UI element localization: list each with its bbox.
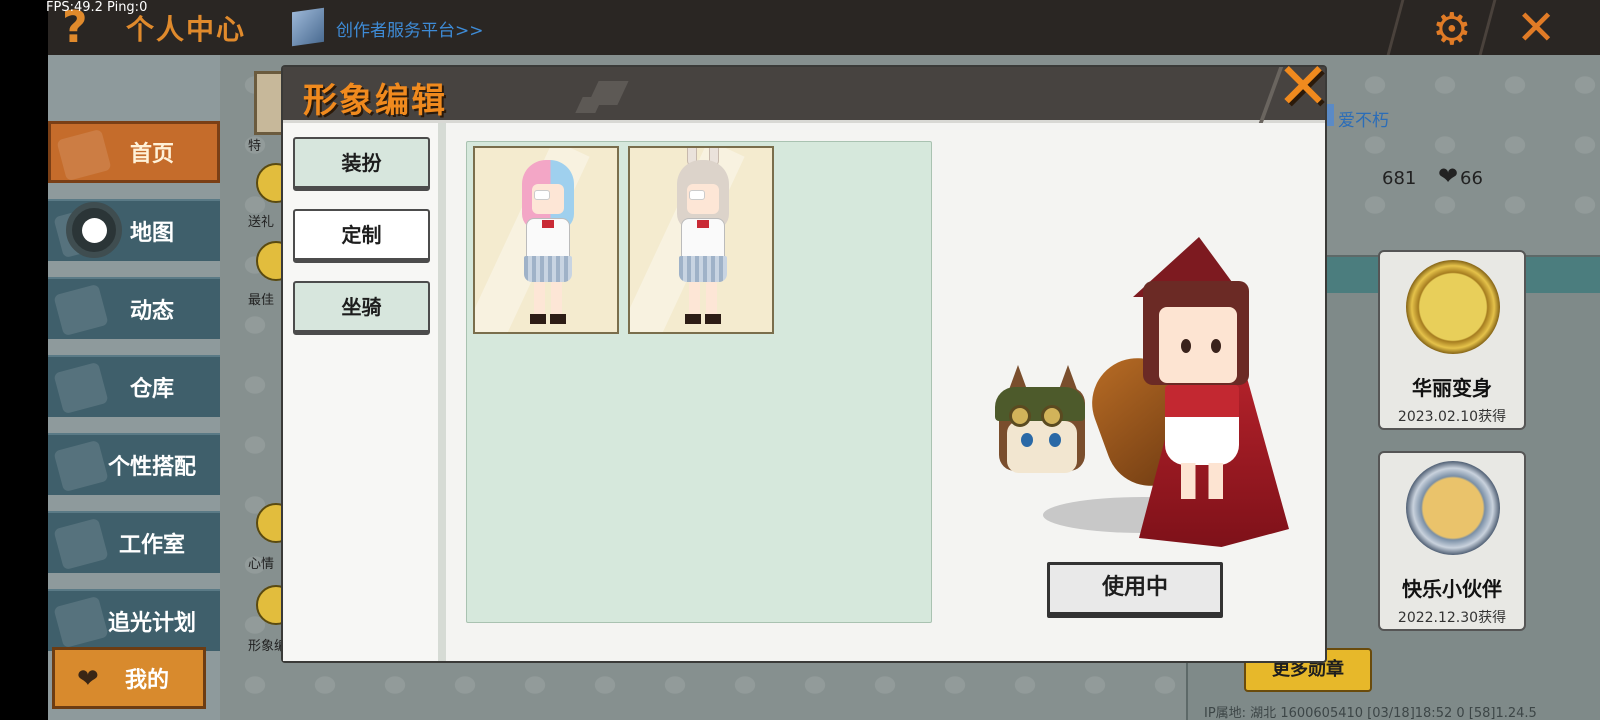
sidebar-item-outfit[interactable]: 个性搭配 [48, 433, 220, 495]
divider [1386, 0, 1405, 55]
floating-assist-button[interactable] [66, 202, 122, 258]
skin-card[interactable] [473, 146, 619, 334]
character-dress [1165, 385, 1239, 465]
action-label: 心情 [248, 557, 275, 572]
tab-dress-up[interactable]: 装扮 [293, 137, 430, 191]
sidebar-item-plan[interactable]: 追光计划 [48, 589, 220, 651]
sidebar-item-label: 个性搭配 [107, 455, 196, 480]
sidebar-item-home[interactable]: 首页 [48, 121, 220, 183]
outfit-icon [53, 439, 109, 493]
heart-icon: ❤ [77, 664, 99, 694]
skin-card[interactable] [628, 146, 774, 334]
sidebar-item-label: 动态 [129, 299, 174, 324]
goggle-icon [1041, 405, 1063, 427]
pink-blue-hair-skin-icon [520, 160, 576, 330]
tab-mount[interactable]: 坐骑 [293, 281, 430, 335]
top-bar: ? 个人中心 创作者服务平台>> ⚙ ✕ [48, 0, 1600, 56]
close-icon[interactable]: ✕ [1273, 55, 1333, 119]
character-legs [1181, 463, 1223, 499]
sidebar: 首页 地图 动态 仓库 个性搭配 工作室 追光计划 ❤ 我的 [48, 55, 220, 720]
sidebar-item-label: 仓库 [129, 377, 174, 402]
badge-date: 2023.02.10获得 [1397, 409, 1507, 425]
character-preview [983, 237, 1303, 567]
sidebar-item-mine[interactable]: ❤ 我的 [52, 647, 206, 709]
dialog-header: 形象编辑 ✕ [283, 55, 1330, 123]
sidebar-item-label: 工作室 [118, 533, 185, 558]
sidebar-item-warehouse[interactable]: 仓库 [48, 355, 220, 417]
sidebar-item-feed[interactable]: 动态 [48, 277, 220, 339]
pet-eye [1021, 433, 1033, 447]
dialog-title: 形象编辑 [303, 81, 447, 121]
fps-counter: FPS:49.2 Ping:0 [46, 0, 148, 15]
pet-eye [1049, 433, 1061, 447]
sidebar-item-label: 我的 [124, 668, 169, 693]
header-decoration [575, 97, 603, 113]
character-eye [1181, 339, 1191, 353]
warehouse-icon [53, 361, 109, 415]
goggle-icon [1009, 405, 1031, 427]
character-eye [1211, 339, 1221, 353]
bell-icon [53, 283, 109, 337]
stat-count: 681 [1382, 168, 1417, 189]
creator-platform-icon[interactable] [292, 7, 324, 47]
badge-name: 快乐小伙伴 [1402, 577, 1502, 601]
close-icon[interactable]: ✕ [1516, 0, 1556, 56]
action-label: 最佳 [248, 293, 275, 308]
avatar-edit-dialog: 形象编辑 ✕ 装扮 定制 坐骑 使用中 [283, 55, 1330, 661]
creator-platform-link[interactable]: 创作者服务平台>> [336, 16, 484, 41]
sidebar-item-label: 首页 [129, 142, 174, 167]
sidebar-item-label: 地图 [129, 221, 174, 246]
friends-medal-icon [1406, 461, 1500, 555]
sidebar-item-label: 追光计划 [107, 611, 196, 636]
friend-name[interactable]: 爱不朽 [1338, 106, 1389, 131]
footer-info: IP属地: 湖北 1600605410 [03/18]18:52 0 [58]1… [1204, 706, 1537, 720]
plan-icon [53, 595, 109, 649]
badge-card[interactable]: 快乐小伙伴 2022.12.30获得 [1378, 451, 1526, 631]
badge-card[interactable]: 华丽变身 2023.02.10获得 [1378, 250, 1526, 430]
in-use-button[interactable]: 使用中 [1047, 562, 1223, 618]
skin-grid [466, 141, 932, 623]
action-label: 特 [248, 139, 262, 154]
gear-icon[interactable]: ⚙ [1432, 4, 1471, 55]
character-face [1159, 307, 1237, 383]
badge-name: 华丽变身 [1412, 376, 1492, 400]
tab-customize[interactable]: 定制 [293, 209, 430, 263]
divider [1478, 0, 1497, 55]
bunny-ear-skin-icon [675, 148, 731, 330]
home-icon [56, 128, 112, 182]
dinosaur-medal-icon [1406, 260, 1500, 354]
sidebar-item-studio[interactable]: 工作室 [48, 511, 220, 573]
likes-icon: ❤ [1438, 162, 1459, 190]
studio-icon [53, 517, 109, 571]
likes-count: 66 [1460, 168, 1483, 189]
badge-date: 2022.12.30获得 [1397, 610, 1507, 626]
pet-face [1007, 421, 1077, 473]
dialog-tab-column: 装扮 定制 坐骑 [283, 123, 446, 661]
action-label: 送礼 [248, 215, 275, 230]
